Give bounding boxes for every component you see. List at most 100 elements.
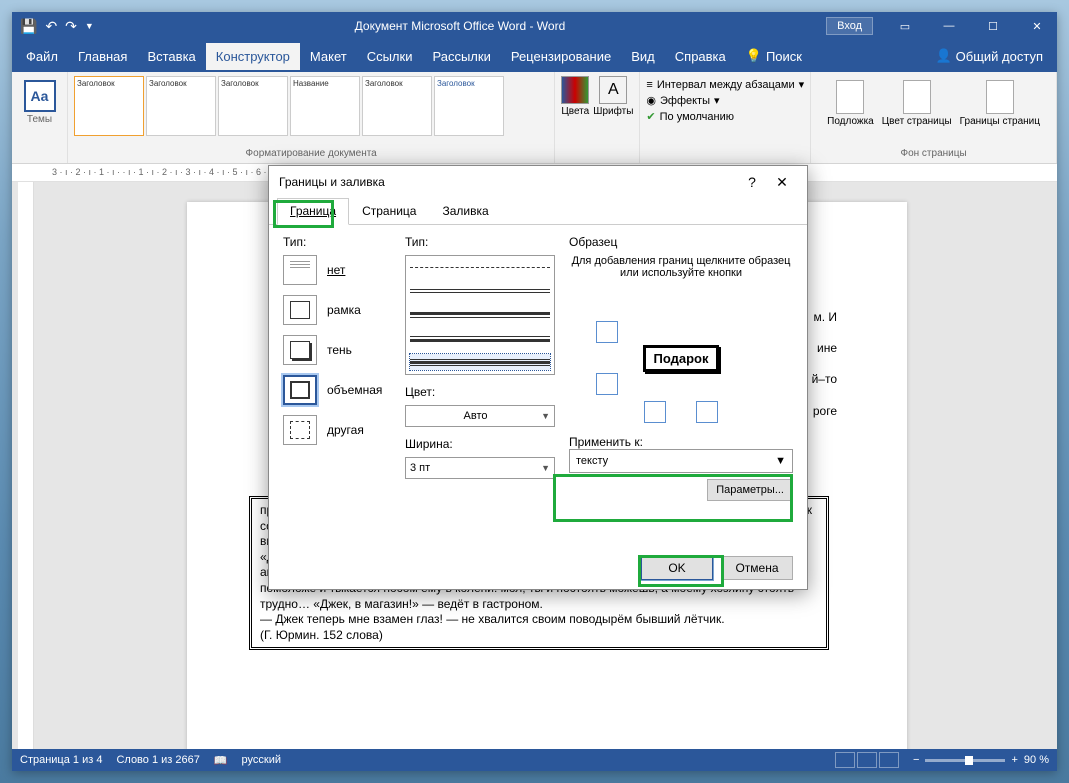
- style-item[interactable]: Название: [290, 76, 360, 136]
- minimize-icon[interactable]: —: [929, 12, 969, 40]
- apply-to-label: Применить к:: [569, 435, 793, 449]
- para-spacing-icon: ≡: [646, 79, 652, 91]
- preview-top-border-button[interactable]: [596, 321, 618, 343]
- options-button[interactable]: Параметры...: [707, 479, 793, 501]
- page-color-button[interactable]: Цвет страницы: [882, 80, 952, 127]
- preview-bottom-border-button[interactable]: [596, 373, 618, 395]
- tab-mailings[interactable]: Рассылки: [422, 43, 500, 70]
- effects-button[interactable]: ◉Эффекты ▾: [646, 94, 804, 107]
- tab-home[interactable]: Главная: [68, 43, 137, 70]
- none-icon: [283, 255, 317, 285]
- color-label: Цвет:: [405, 385, 555, 399]
- setting-3d[interactable]: объемная: [283, 375, 391, 405]
- tab-layout[interactable]: Макет: [300, 43, 357, 70]
- dialog-close-icon[interactable]: ✕: [767, 174, 797, 191]
- style-item[interactable]: Заголовок: [146, 76, 216, 136]
- read-mode-icon[interactable]: [835, 752, 855, 768]
- page-color-icon: [903, 80, 931, 114]
- apply-to-combo[interactable]: тексту▼: [569, 449, 793, 473]
- tab-shading[interactable]: Заливка: [429, 198, 501, 224]
- spellcheck-icon[interactable]: 📖: [214, 754, 228, 767]
- word-count[interactable]: Слово 1 из 2667: [116, 754, 199, 766]
- tab-file[interactable]: Файл: [16, 43, 68, 70]
- width-combo[interactable]: 3 пт▼: [405, 457, 555, 479]
- person-icon: 👤: [935, 48, 951, 64]
- zoom-in-button[interactable]: +: [1011, 754, 1017, 766]
- setting-label: Тип:: [283, 235, 391, 249]
- zoom-level[interactable]: 90 %: [1024, 754, 1049, 766]
- page-status[interactable]: Страница 1 из 4: [20, 754, 102, 766]
- titlebar: 💾 ↶ ↷ ▼ Документ Microsoft Office Word -…: [12, 12, 1057, 40]
- tab-page-border[interactable]: Страница: [349, 198, 429, 224]
- preview-box: Подарок: [596, 293, 766, 423]
- watermark-icon: [836, 80, 864, 114]
- signin-button[interactable]: Вход: [826, 17, 873, 35]
- preview-right-border-button[interactable]: [696, 401, 718, 423]
- tab-border[interactable]: Граница: [277, 198, 349, 225]
- print-layout-icon[interactable]: [857, 752, 877, 768]
- themes-button[interactable]: Aa Темы: [18, 76, 61, 129]
- cancel-button[interactable]: Отмена: [721, 556, 793, 580]
- qat-dropdown-icon[interactable]: ▼: [85, 21, 94, 31]
- statusbar: Страница 1 из 4 Слово 1 из 2667 📖 русски…: [12, 749, 1057, 771]
- close-icon[interactable]: ✕: [1017, 12, 1057, 40]
- ribbon-display-icon[interactable]: ▭: [885, 12, 925, 40]
- save-icon[interactable]: 💾: [20, 18, 37, 35]
- setting-none[interactable]: нет: [283, 255, 391, 285]
- page-borders-button[interactable]: Границы страниц: [960, 80, 1040, 127]
- style-item[interactable]: Заголовок: [74, 76, 144, 136]
- style-item[interactable]: Заголовок: [434, 76, 504, 136]
- style-item[interactable]: Заголовок: [218, 76, 288, 136]
- search-button[interactable]: 💡Поиск: [736, 42, 812, 70]
- paragraph-spacing-button[interactable]: ≡Интервал между абзацами ▾: [646, 78, 804, 91]
- web-layout-icon[interactable]: [879, 752, 899, 768]
- preview-sample: Подарок: [643, 345, 720, 372]
- lightbulb-icon: 💡: [746, 48, 762, 64]
- vertical-ruler[interactable]: [18, 182, 34, 749]
- dialog-titlebar[interactable]: Границы и заливка ? ✕: [269, 166, 807, 198]
- tab-references[interactable]: Ссылки: [357, 43, 423, 70]
- tab-design[interactable]: Конструктор: [206, 43, 300, 70]
- borders-shading-dialog: Границы и заливка ? ✕ Граница Страница З…: [268, 165, 808, 590]
- dialog-title: Границы и заливка: [279, 175, 737, 189]
- tab-insert[interactable]: Вставка: [137, 43, 205, 70]
- undo-icon[interactable]: ↶: [45, 18, 57, 35]
- preview-left-border-button[interactable]: [644, 401, 666, 423]
- zoom-slider[interactable]: [925, 759, 1005, 762]
- style-item[interactable]: Заголовок: [362, 76, 432, 136]
- ok-button[interactable]: OK: [641, 556, 713, 580]
- tab-help[interactable]: Справка: [665, 43, 736, 70]
- zoom-out-button[interactable]: −: [913, 754, 919, 766]
- set-default-button[interactable]: ✔По умолчанию: [646, 110, 804, 123]
- watermark-button[interactable]: Подложка: [827, 80, 874, 127]
- document-formatting-gallery[interactable]: Заголовок Заголовок Заголовок Название З…: [74, 76, 548, 140]
- window-title: Документ Microsoft Office Word - Word: [94, 19, 826, 33]
- color-combo[interactable]: Авто▼: [405, 405, 555, 427]
- help-icon[interactable]: ?: [737, 174, 767, 190]
- ribbon: Aa Темы Заголовок Заголовок Заголовок На…: [12, 72, 1057, 164]
- fonts-button[interactable]: AШрифты: [593, 76, 633, 117]
- colors-icon: [561, 76, 589, 104]
- redo-icon[interactable]: ↷: [65, 18, 77, 35]
- themes-icon: Aa: [24, 80, 56, 112]
- custom-icon: [283, 415, 317, 445]
- width-label: Ширина:: [405, 437, 555, 451]
- style-label: Тип:: [405, 235, 555, 249]
- fonts-icon: A: [599, 76, 627, 104]
- line-style-list[interactable]: [405, 255, 555, 375]
- preview-hint: Для добавления границ щелкните образец и…: [569, 255, 793, 279]
- language-status[interactable]: русский: [242, 754, 281, 766]
- setting-custom[interactable]: другая: [283, 415, 391, 445]
- group-label: Форматирование документа: [74, 148, 548, 159]
- tab-view[interactable]: Вид: [621, 43, 665, 70]
- share-button[interactable]: 👤Общий доступ: [925, 48, 1053, 64]
- shadow-icon: [283, 335, 317, 365]
- preview-label: Образец: [569, 235, 793, 249]
- tab-review[interactable]: Рецензирование: [501, 43, 621, 70]
- dialog-tabs: Граница Страница Заливка: [269, 198, 807, 225]
- setting-shadow[interactable]: тень: [283, 335, 391, 365]
- colors-button[interactable]: Цвета: [561, 76, 589, 117]
- maximize-icon[interactable]: ☐: [973, 12, 1013, 40]
- box-icon: [283, 295, 317, 325]
- setting-box[interactable]: рамка: [283, 295, 391, 325]
